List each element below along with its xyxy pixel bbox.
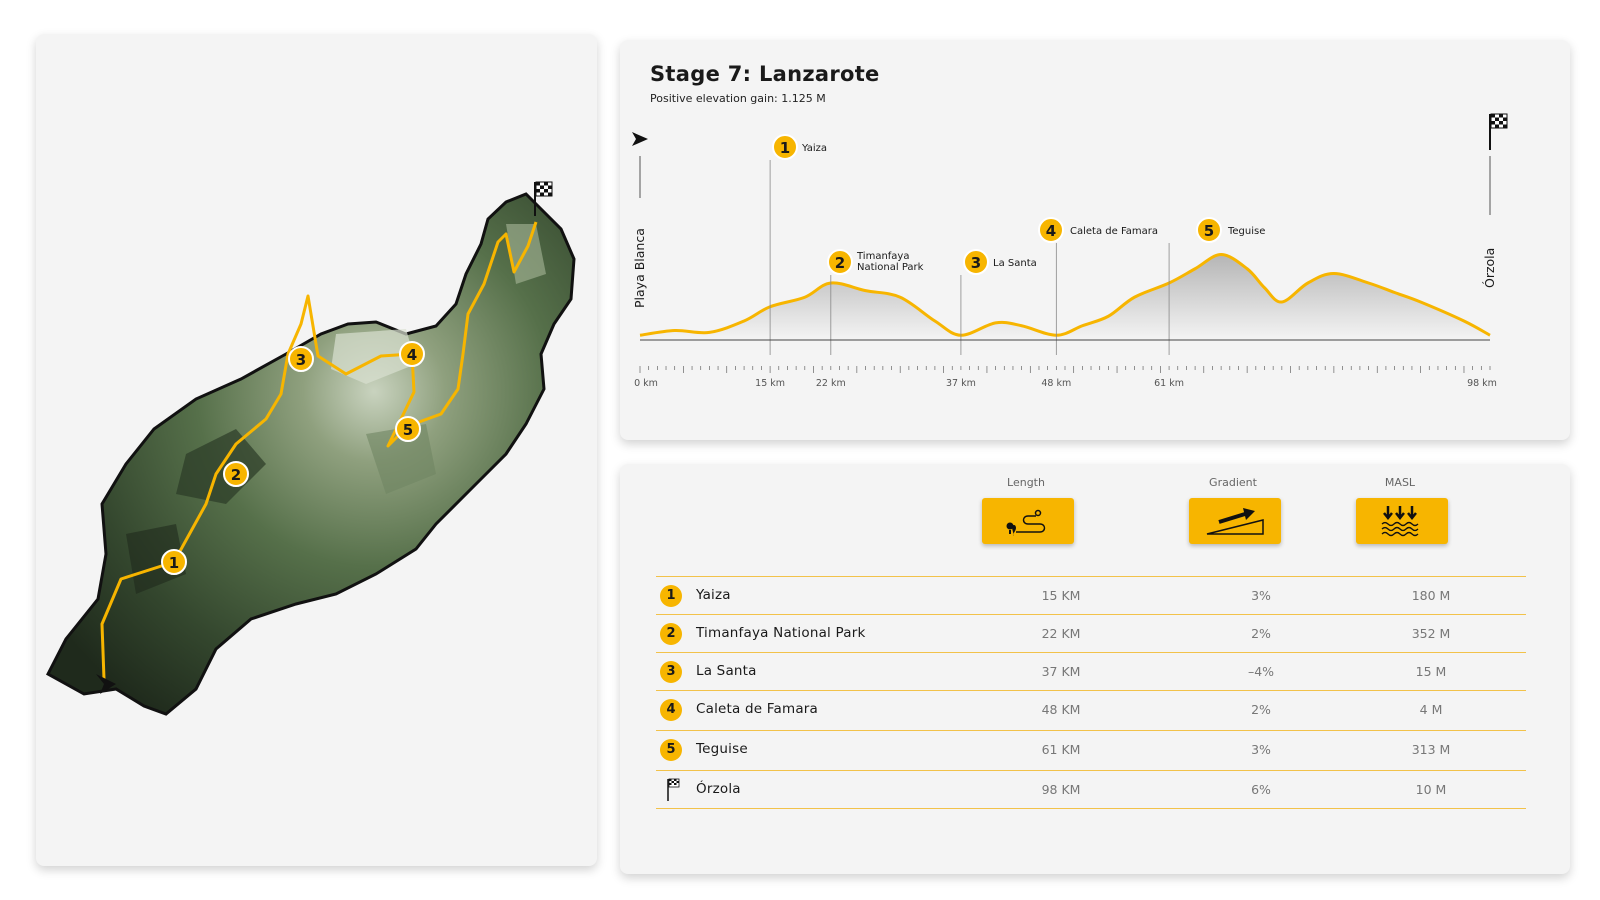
waypoint-3[interactable]: 3 La Santa: [963, 249, 1037, 275]
row-masl: 4 M: [1419, 702, 1443, 717]
row-name: Caleta de Famara: [696, 701, 819, 717]
table-row[interactable]: Órzola 98 KM 6% 10 M: [656, 770, 1526, 809]
x-axis-ticks: 0 km 15 km 22 km 37 km 48 km 61 km 98 km: [634, 366, 1497, 389]
tick-label: 61 km: [1154, 378, 1184, 389]
svg-text:4: 4: [1046, 222, 1056, 240]
svg-text:National Park: National Park: [857, 262, 924, 273]
row-name: Teguise: [696, 741, 748, 757]
row-length: 15 KM: [1041, 588, 1081, 603]
row-name: Órzola: [696, 781, 741, 797]
end-label: Órzola: [1482, 248, 1497, 288]
row-badge: 5: [660, 739, 682, 761]
table-bottom-rule: [656, 808, 1526, 809]
tick-label: 48 km: [1041, 378, 1071, 389]
svg-text:5: 5: [1204, 222, 1214, 240]
sea-level-icon: [1356, 498, 1448, 544]
elevation-profile-card: Stage 7: Lanzarote Positive elevation ga…: [620, 40, 1570, 440]
start-arrow-icon: [632, 132, 648, 146]
map-marker-5[interactable]: 5: [395, 416, 421, 442]
svg-text:5: 5: [403, 421, 413, 439]
row-name: La Santa: [696, 663, 757, 679]
svg-text:Timanfaya: Timanfaya: [856, 251, 909, 262]
row-length: 98 KM: [1041, 782, 1081, 797]
row-length: 48 KM: [1041, 702, 1081, 717]
svg-text:1: 1: [169, 554, 179, 572]
map-marker-3[interactable]: 3: [288, 346, 314, 372]
waypoint-5[interactable]: 5 Teguise: [1196, 217, 1265, 243]
waypoint-4[interactable]: 4 Caleta de Famara: [1038, 217, 1158, 243]
table-row[interactable]: 1 Yaiza 15 KM 3% 180 M: [656, 576, 1526, 615]
island-shape: [46, 192, 576, 716]
elevation-chart[interactable]: Playa Blanca Órzola 0 km 15 km 22 km 37 km 4…: [620, 40, 1570, 440]
row-name: Timanfaya National Park: [696, 625, 866, 641]
row-name: Yaiza: [696, 587, 731, 603]
row-badge: 2: [660, 623, 682, 645]
table-row[interactable]: 5 Teguise 61 KM 3% 313 M: [656, 730, 1526, 771]
finish-flag-icon: [1489, 113, 1508, 150]
length-header: Length: [1007, 476, 1045, 489]
route-length-icon: [982, 498, 1074, 544]
masl-header: MASL: [1384, 476, 1416, 489]
map-marker-2[interactable]: 2: [223, 461, 249, 487]
row-gradient: 2%: [1251, 702, 1271, 717]
tick-label: 22 km: [816, 378, 846, 389]
row-gradient: 3%: [1251, 742, 1271, 757]
waypoint-1[interactable]: 1 Yaiza: [772, 134, 827, 160]
svg-text:La Santa: La Santa: [993, 258, 1037, 269]
svg-text:Teguise: Teguise: [1227, 226, 1265, 237]
svg-text:Yaiza: Yaiza: [801, 143, 827, 154]
waypoint-2[interactable]: 2 Timanfaya National Park: [827, 249, 924, 275]
row-length: 61 KM: [1041, 742, 1081, 757]
row-gradient: 3%: [1251, 588, 1271, 603]
table-row[interactable]: 3 La Santa 37 KM –4% 15 M: [656, 652, 1526, 691]
row-length: 37 KM: [1041, 664, 1081, 679]
island-map[interactable]: 1 2 3 4 5: [36, 34, 597, 866]
svg-text:3: 3: [296, 351, 306, 369]
svg-text:1: 1: [780, 139, 790, 157]
map-marker-4[interactable]: 4: [399, 341, 425, 367]
svg-text:2: 2: [231, 466, 241, 484]
row-length: 22 KM: [1041, 626, 1081, 641]
tick-label: 0 km: [634, 378, 658, 389]
row-masl: 180 M: [1411, 588, 1451, 603]
elevation-area: [640, 254, 1490, 340]
row-gradient: –4%: [1247, 664, 1275, 679]
row-masl: 352 M: [1411, 626, 1451, 641]
row-gradient: 6%: [1251, 782, 1271, 797]
map-card: 1 2 3 4 5: [36, 34, 597, 866]
row-gradient: 2%: [1251, 626, 1271, 641]
row-masl: 313 M: [1411, 742, 1451, 757]
row-badge: 1: [660, 585, 682, 607]
start-label: Playa Blanca: [632, 228, 647, 308]
svg-text:Caleta de Famara: Caleta de Famara: [1070, 226, 1158, 237]
tick-label: 15 km: [755, 378, 785, 389]
svg-text:4: 4: [407, 346, 417, 364]
tick-label: 37 km: [946, 378, 976, 389]
table-row[interactable]: 2 Timanfaya National Park 22 KM 2% 352 M: [656, 614, 1526, 653]
row-badge: 4: [660, 699, 682, 721]
table-row[interactable]: 4 Caleta de Famara 48 KM 2% 4 M: [656, 690, 1526, 731]
map-marker-1[interactable]: 1: [161, 549, 187, 575]
row-masl: 10 M: [1415, 782, 1447, 797]
row-masl: 15 M: [1415, 664, 1447, 679]
svg-text:3: 3: [971, 254, 981, 272]
stage-table-card: Length Gradient MASL 1 Yaiza 15 KM 3% 18…: [620, 464, 1570, 874]
tick-label: 98 km: [1467, 378, 1497, 389]
gradient-header: Gradient: [1209, 476, 1257, 489]
gradient-icon: [1189, 498, 1281, 544]
finish-flag-icon: [667, 778, 680, 801]
row-badge: 3: [660, 661, 682, 683]
svg-text:2: 2: [835, 254, 845, 272]
